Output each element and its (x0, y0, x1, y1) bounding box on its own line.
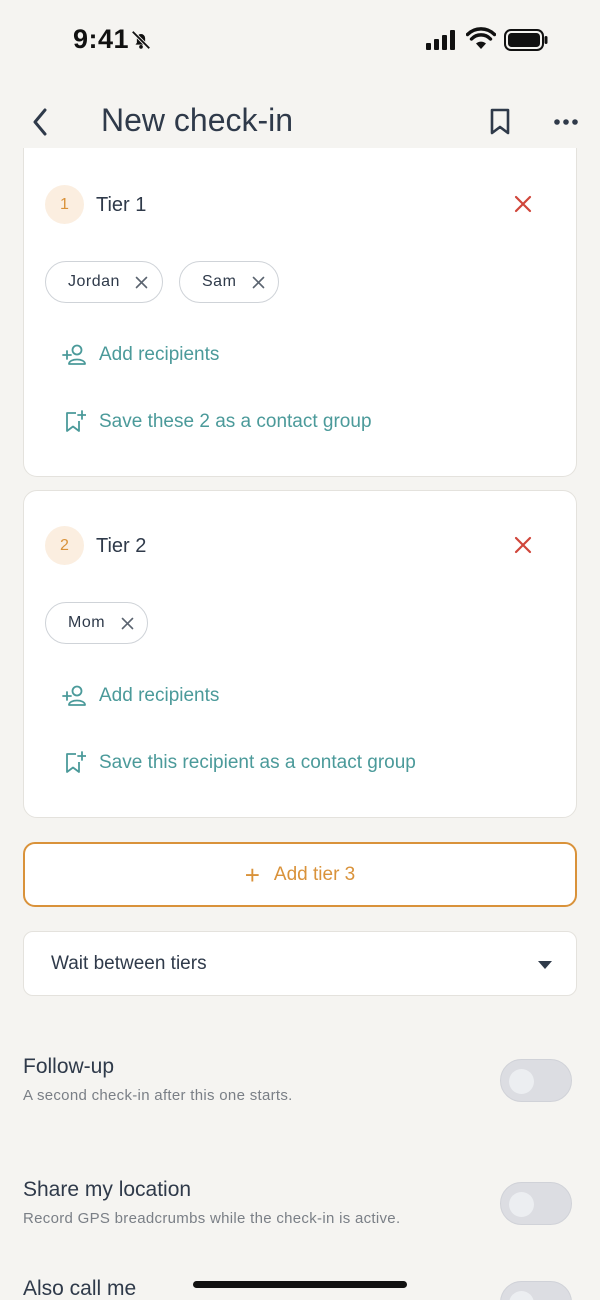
bookmark-plus-icon (62, 410, 88, 434)
save-contact-group-button[interactable]: Save these 2 as a contact group (62, 410, 372, 434)
close-icon (514, 536, 532, 554)
cellular-signal-icon (426, 30, 458, 55)
also-call-me-toggle[interactable] (500, 1281, 572, 1300)
recipient-chip: Mom (45, 602, 149, 644)
close-icon (514, 195, 532, 213)
recipient-chip: Jordan (45, 261, 163, 303)
tier-card-1: 1 Tier 1 Jordan Sam Add recipients Save … (23, 148, 577, 477)
setting-title: Share my location (23, 1178, 192, 1201)
add-recipients-label: Add recipients (99, 344, 220, 365)
add-recipients-button[interactable]: Add recipients (62, 343, 219, 367)
toggle-knob (509, 1192, 534, 1217)
close-icon (121, 617, 133, 629)
recipient-name: Jordan (68, 273, 120, 290)
remove-recipient-button[interactable] (250, 274, 266, 290)
share-location-toggle[interactable] (500, 1182, 572, 1225)
page-title: New check-in (101, 102, 294, 138)
setting-subtitle: Record GPS breadcrumbs while the check-i… (23, 1210, 401, 1227)
chevron-left-icon (33, 108, 47, 136)
add-tier-label: Add tier 3 (273, 863, 356, 885)
add-recipients-button[interactable]: Add recipients (62, 684, 219, 708)
home-indicator (193, 1281, 407, 1288)
status-time: 9:41 (73, 24, 130, 54)
save-contact-group-label: Save these 2 as a contact group (99, 411, 372, 432)
select-value: Wait between tiers (51, 953, 207, 974)
close-icon (252, 276, 265, 288)
setting-follow-up: Follow-up A second check-in after this o… (23, 1055, 577, 1104)
close-icon (136, 276, 148, 288)
add-person-icon (62, 343, 88, 367)
back-button[interactable] (24, 104, 56, 140)
save-contact-group-button[interactable]: Save this recipient as a contact group (62, 751, 416, 775)
battery-icon (504, 29, 548, 56)
tier-number-badge: 1 (45, 185, 84, 224)
add-recipients-label: Add recipients (99, 685, 220, 706)
bell-off-icon (130, 29, 152, 56)
tier-name: Tier 2 (96, 535, 147, 557)
plus-icon: + (244, 859, 260, 890)
tier-number-badge: 2 (45, 526, 84, 565)
wait-between-tiers-select[interactable]: Wait between tiers (23, 931, 577, 996)
more-options-button[interactable] (548, 108, 584, 136)
setting-share-location: Share my location Record GPS breadcrumbs… (23, 1178, 577, 1227)
toggle-knob (509, 1291, 534, 1300)
bookmark-button[interactable] (484, 104, 516, 140)
tier-card-2: 2 Tier 2 Mom Add recipients Save this re… (23, 490, 577, 818)
nav-header: New check-in (0, 90, 600, 154)
setting-subtitle: A second check-in after this one starts. (23, 1087, 293, 1104)
save-contact-group-label: Save this recipient as a contact group (99, 752, 416, 773)
status-bar: 9:41 (0, 0, 600, 80)
follow-up-toggle[interactable] (500, 1059, 572, 1102)
add-person-icon (62, 684, 88, 708)
remove-tier-button[interactable] (509, 531, 537, 559)
tier-name: Tier 1 (96, 194, 147, 216)
wifi-icon (465, 27, 497, 56)
add-tier-button[interactable]: + Add tier 3 (23, 842, 577, 907)
bookmark-plus-icon (62, 751, 88, 775)
recipient-chip: Sam (179, 261, 280, 303)
recipient-name: Sam (202, 273, 237, 290)
remove-tier-button[interactable] (509, 190, 537, 218)
setting-title: Follow-up (23, 1055, 115, 1078)
toggle-knob (509, 1069, 534, 1094)
caret-down-icon (538, 961, 552, 969)
remove-recipient-button[interactable] (119, 615, 135, 631)
recipient-name: Mom (68, 614, 106, 631)
more-horizontal-icon (554, 119, 578, 125)
bookmark-icon (490, 108, 510, 135)
remove-recipient-button[interactable] (134, 274, 150, 290)
